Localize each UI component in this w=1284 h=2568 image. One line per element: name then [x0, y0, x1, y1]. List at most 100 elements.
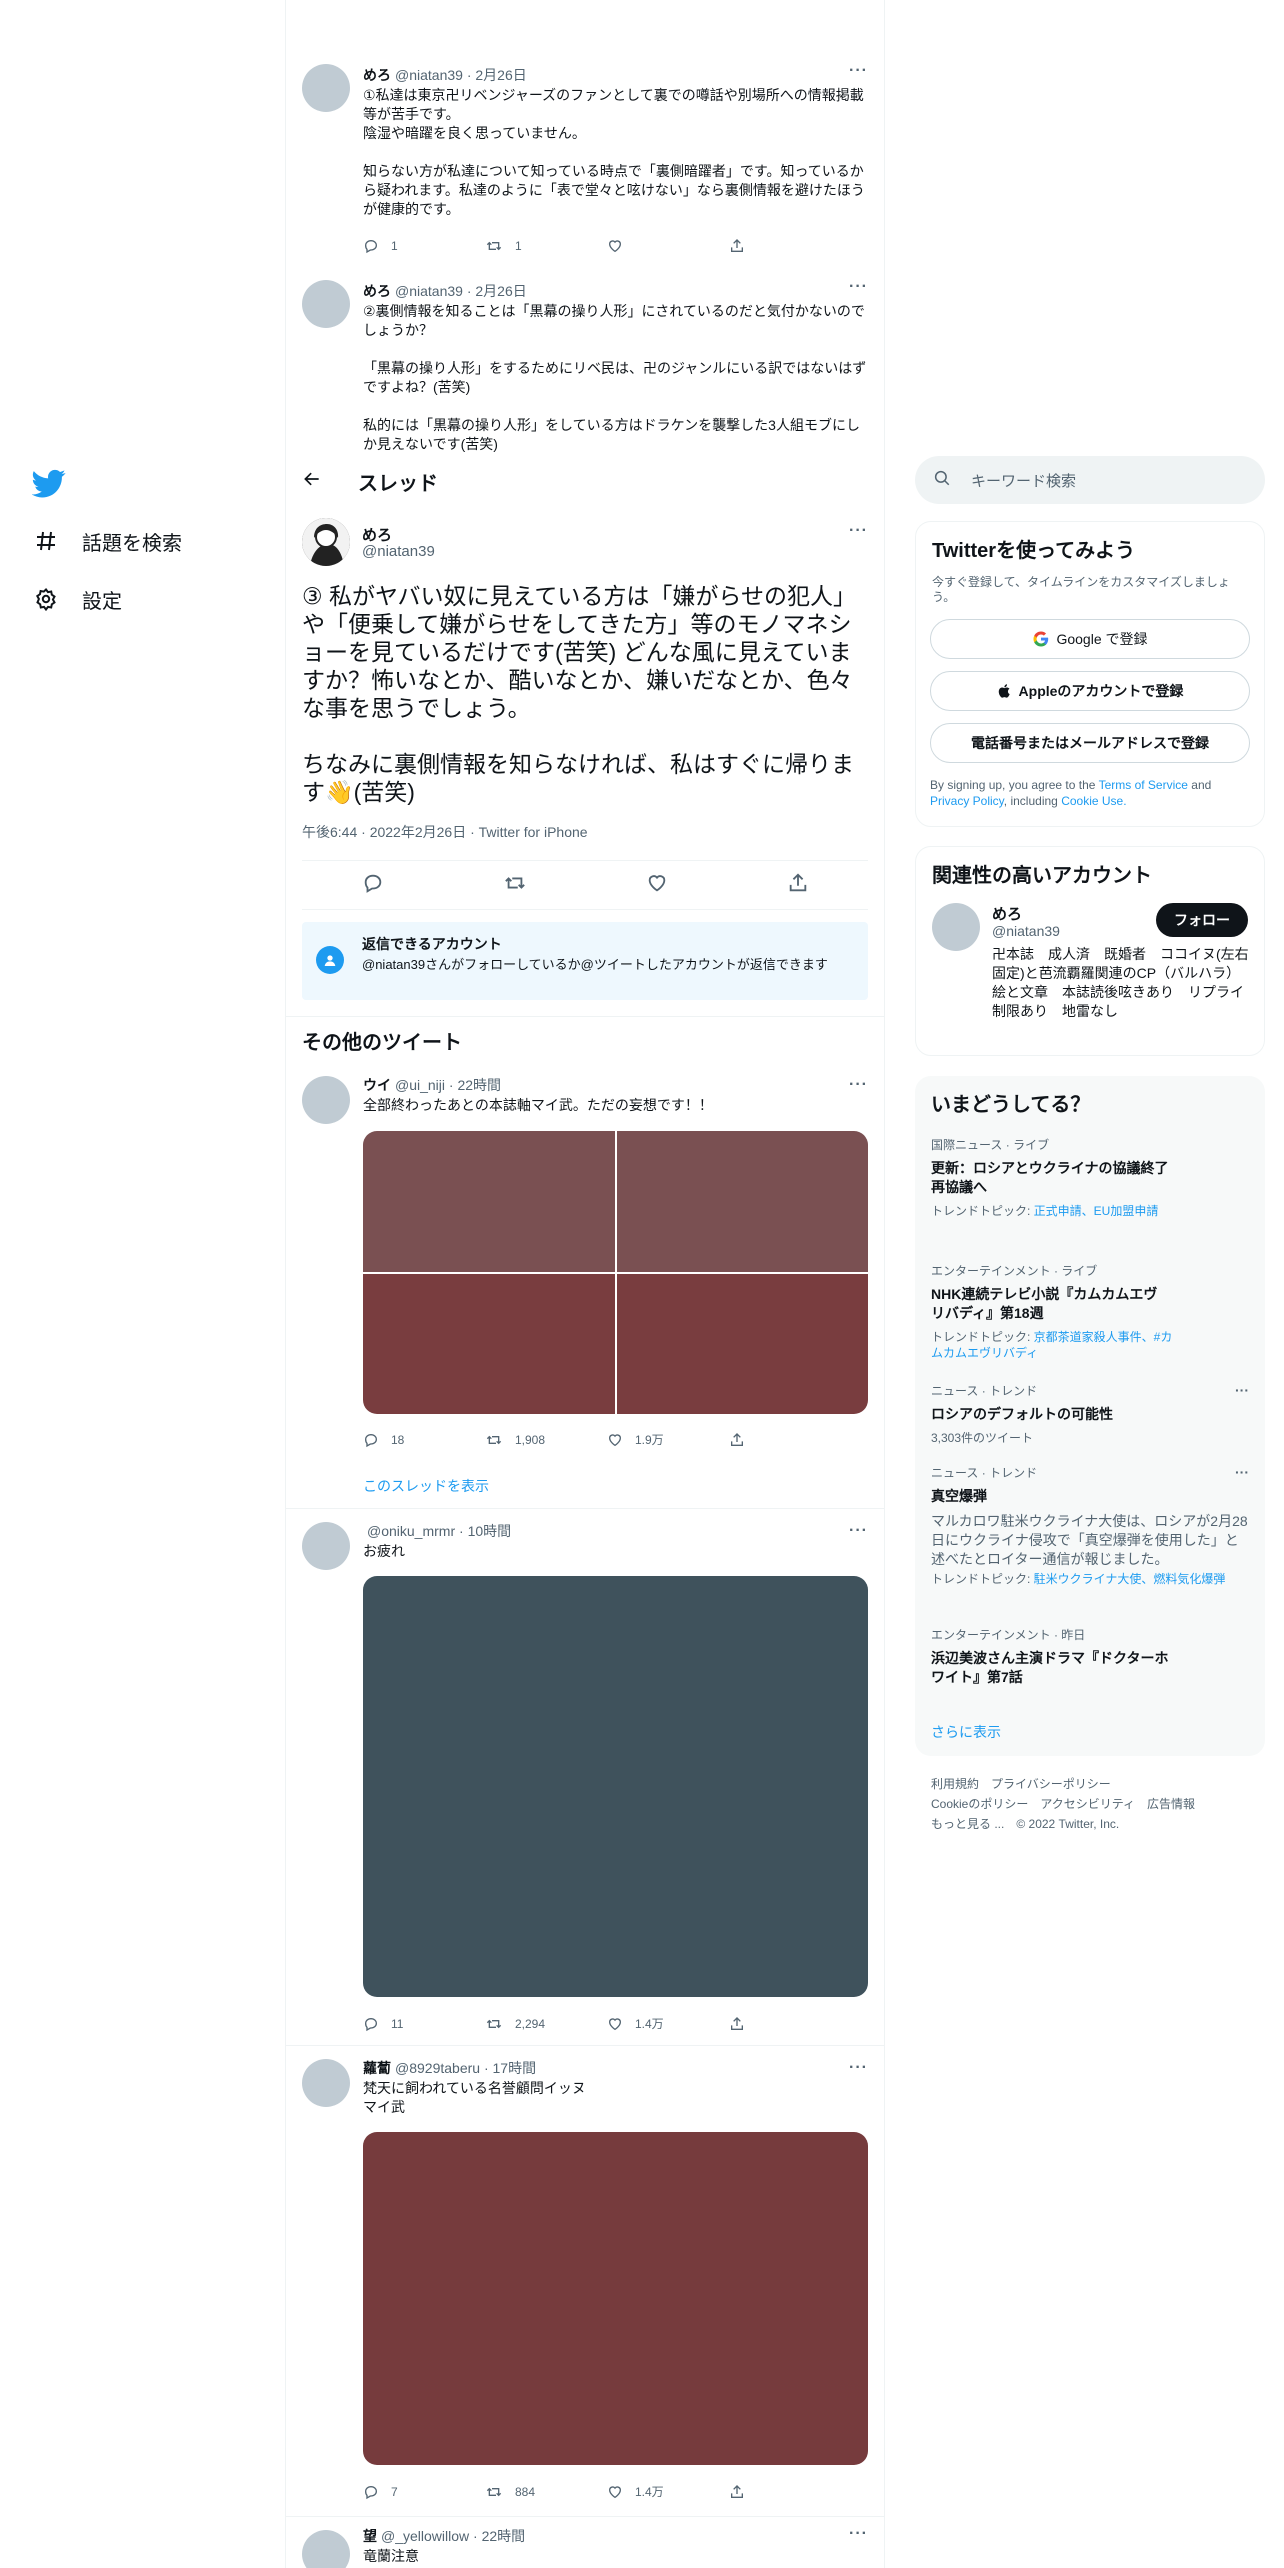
media-image[interactable]: [363, 1131, 615, 1272]
avatar[interactable]: [302, 2059, 350, 2107]
tweet-author-handle[interactable]: @_yellowillow: [381, 2528, 469, 2544]
search-input[interactable]: キーワード検索: [915, 456, 1265, 504]
avatar[interactable]: [302, 280, 350, 328]
share-button[interactable]: [729, 1431, 769, 1448]
nav-explore[interactable]: 話題を検索: [32, 521, 182, 561]
avatar[interactable]: [302, 1076, 350, 1124]
media-image[interactable]: [363, 1273, 615, 1414]
footer-cookie-link[interactable]: Cookieのポリシー: [931, 1797, 1028, 1811]
tweet-author-handle[interactable]: @niatan39: [395, 283, 463, 299]
avatar[interactable]: [302, 518, 350, 566]
tweet-author-handle[interactable]: @ui_niji: [395, 1077, 445, 1093]
share-icon[interactable]: [787, 872, 809, 899]
tweet-author-handle[interactable]: @niatan39: [395, 67, 463, 83]
share-button[interactable]: [729, 2483, 769, 2500]
footer-privacy-link[interactable]: プライバシーポリシー: [991, 1777, 1111, 1791]
media-image[interactable]: [616, 1131, 868, 1272]
twitter-logo-icon[interactable]: [31, 466, 66, 500]
google-signup-button[interactable]: Google で登録: [930, 619, 1250, 659]
share-button[interactable]: [729, 238, 769, 254]
footer-terms-link[interactable]: 利用規約: [931, 1777, 979, 1791]
like-button[interactable]: 1.9万: [607, 1431, 729, 1448]
more-options-icon[interactable]: ···: [849, 1522, 868, 1540]
tweet-time[interactable]: · 2月26日: [467, 283, 527, 299]
footer-accessibility-link[interactable]: アクセシビリティ: [1040, 1797, 1135, 1811]
retweet-button[interactable]: 1,908: [485, 1431, 607, 1448]
reply-button[interactable]: 18: [363, 1431, 485, 1448]
like-button[interactable]: 1.4万: [607, 2483, 729, 2500]
like-button[interactable]: 1.4万: [607, 2015, 729, 2032]
reply-button[interactable]: 11: [363, 2015, 485, 2032]
tweet-author-name[interactable]: 蘿蔔: [363, 2060, 391, 2076]
tweet-media-image[interactable]: [363, 1576, 868, 1997]
trend-topic-links[interactable]: 正式申請、EU加盟申請: [1034, 1204, 1159, 1218]
tweet-media-grid[interactable]: [363, 1131, 868, 1414]
terms-of-service-link[interactable]: Terms of Service: [1099, 778, 1188, 792]
more-options-icon[interactable]: ···: [849, 1076, 868, 1094]
footer-more-link[interactable]: もっと見る ...: [931, 1817, 1004, 1831]
avatar[interactable]: [302, 2530, 350, 2568]
share-button[interactable]: [729, 2015, 769, 2032]
reply-button[interactable]: 1: [363, 238, 485, 254]
retweet-button[interactable]: 2,294: [485, 2015, 607, 2032]
tweet-author-name[interactable]: 望: [363, 2528, 377, 2544]
more-options-icon[interactable]: ···: [1235, 1464, 1249, 1480]
more-options-icon[interactable]: ···: [1235, 1382, 1249, 1398]
more-tweet[interactable]: 蘿蔔 @8929taberu · 17時間 梵天に飼われている名誉顧問イッヌ マイ…: [286, 2046, 884, 2516]
follow-button[interactable]: フォロー: [1156, 903, 1248, 937]
retweet-button[interactable]: 1: [485, 238, 607, 254]
thread-tweet[interactable]: めろ @niatan39 · 2月26日 ②裏側情報を知ることは「黒幕の操り人形」…: [286, 272, 884, 455]
show-more-link[interactable]: さらに表示: [931, 1722, 1001, 1742]
trend-topic-links[interactable]: 駐米ウクライナ大使、燃料気化爆弾: [1034, 1572, 1226, 1586]
trend-item[interactable]: 国際ニュース · ライブ 更新：ロシアとウクライナの協議終了 再協議へ トレンド…: [931, 1136, 1249, 1219]
tweet-time[interactable]: · 17時間: [484, 2060, 536, 2076]
more-options-icon[interactable]: ···: [849, 62, 868, 80]
heart-icon[interactable]: [646, 872, 668, 899]
related-account-name[interactable]: めろ: [992, 903, 1022, 924]
back-arrow-icon[interactable]: [302, 469, 338, 495]
show-thread-link[interactable]: このスレッドを表示: [363, 1476, 489, 1496]
tweet-author-name[interactable]: めろ: [363, 283, 391, 299]
trend-category: エンターテインメント · ライブ: [931, 1264, 1098, 1278]
tweet-author-name[interactable]: めろ: [363, 67, 391, 83]
more-options-icon[interactable]: ···: [849, 522, 868, 540]
trend-item[interactable]: ニュース · トレンド 真空爆弾 マルカロワ駐米ウクライナ大使は、ロシアが2月2…: [931, 1464, 1249, 1587]
tweet-time[interactable]: · 2月26日: [467, 67, 527, 83]
avatar[interactable]: [302, 1522, 350, 1570]
retweet-icon[interactable]: [503, 872, 527, 899]
reply-icon[interactable]: [362, 872, 384, 899]
privacy-policy-link[interactable]: Privacy Policy: [930, 794, 1004, 808]
retweet-button[interactable]: 884: [485, 2483, 607, 2500]
nav-settings[interactable]: 設定: [32, 579, 122, 619]
phone-email-signup-button[interactable]: 電話番号またはメールアドレスで登録: [930, 723, 1250, 763]
more-tweet[interactable]: @oniku_mrmr · 10時間 お疲れ ··· 11 2,294 1.4万: [286, 1509, 884, 2045]
thread-tweet[interactable]: めろ @niatan39 · 2月26日 ①私達は東京卍リベンジャーズのファンとし…: [286, 56, 884, 272]
tweet-timestamp[interactable]: 午後6:44 · 2022年2月26日 · Twitter for iPhone: [302, 822, 588, 842]
reply-button[interactable]: 7: [363, 2483, 485, 2500]
more-options-icon[interactable]: ···: [849, 278, 868, 296]
apple-signup-button[interactable]: Appleのアカウントで登録: [930, 671, 1250, 711]
tweet-author-name[interactable]: めろ: [362, 524, 392, 545]
like-button[interactable]: [607, 238, 729, 254]
more-options-icon[interactable]: ···: [849, 2525, 868, 2543]
tweet-author-handle[interactable]: @niatan39: [362, 543, 435, 560]
tweet-author-name[interactable]: ウイ: [363, 1077, 391, 1093]
trend-item[interactable]: エンターテインメント · ライブ NHK連続テレビ小説『カムカムエヴリバディ』第…: [931, 1262, 1249, 1361]
tweet-time[interactable]: · 22時間: [449, 1077, 501, 1093]
footer-ads-link[interactable]: 広告情報: [1147, 1797, 1195, 1811]
tweet-author-handle[interactable]: @8929taberu: [395, 2060, 480, 2076]
trend-item[interactable]: エンターテインメント · 昨日 浜辺美波さん主演ドラマ『ドクターホワイト』第7話: [931, 1626, 1249, 1687]
avatar[interactable]: [302, 64, 350, 112]
cookie-use-link[interactable]: Cookie Use.: [1061, 794, 1126, 808]
more-tweet[interactable]: ウイ @ui_niji · 22時間 全部終わったあとの本誌軸マイ武。ただの妄想で…: [286, 1062, 884, 1508]
trend-item[interactable]: ニュース · トレンド ロシアのデフォルトの可能性 3,303件のツイート ··…: [931, 1382, 1249, 1446]
more-options-icon[interactable]: ···: [849, 2059, 868, 2077]
related-account-handle[interactable]: @niatan39: [992, 923, 1060, 939]
tweet-time[interactable]: · 22時間: [473, 2528, 525, 2544]
tweet-author-handle[interactable]: @oniku_mrmr: [367, 1523, 455, 1539]
tweet-time[interactable]: · 10時間: [459, 1523, 511, 1539]
tweet-media-image[interactable]: [363, 2132, 868, 2465]
media-image[interactable]: [616, 1273, 868, 1414]
avatar[interactable]: [932, 903, 980, 951]
more-tweet[interactable]: 望 @_yellowillow · 22時間 竜蘭注意 ···: [286, 2517, 884, 2568]
